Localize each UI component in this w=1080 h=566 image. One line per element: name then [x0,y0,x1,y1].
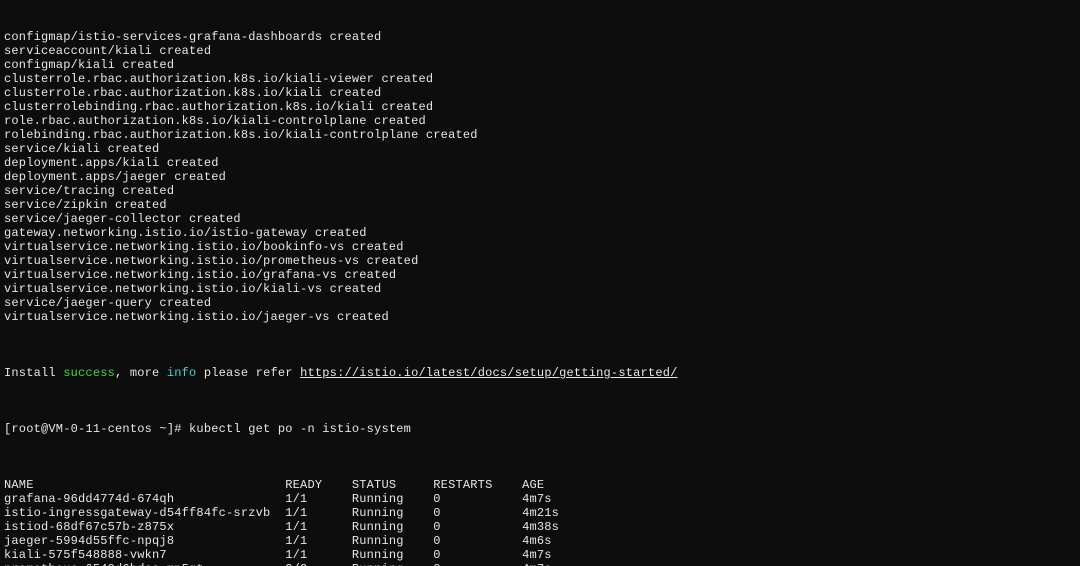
prompt-line-1: [root@VM-0-11-centos ~]# kubectl get po … [4,422,1076,436]
created-line: service/zipkin created [4,198,1076,212]
created-line: virtualservice.networking.istio.io/kiali… [4,282,1076,296]
shell-prompt: [root@VM-0-11-centos ~]# [4,422,189,436]
pods-row: grafana-96dd4774d-674qh 1/1 Running 0 4m… [4,492,1076,506]
created-line: clusterrole.rbac.authorization.k8s.io/ki… [4,72,1076,86]
info-word: info [167,366,197,380]
install-success-line: Install success, more info please refer … [4,366,1076,380]
pods-row: istio-ingressgateway-d54ff84fc-srzvb 1/1… [4,506,1076,520]
created-line: configmap/kiali created [4,58,1076,72]
terminal[interactable]: configmap/istio-services-grafana-dashboa… [0,0,1080,566]
pods-row: kiali-575f548888-vwkn7 1/1 Running 0 4m7… [4,548,1076,562]
created-line: serviceaccount/kiali created [4,44,1076,58]
created-line: clusterrolebinding.rbac.authorization.k8… [4,100,1076,114]
creation-output: configmap/istio-services-grafana-dashboa… [4,30,1076,324]
command-1: kubectl get po -n istio-system [189,422,411,436]
created-line: service/jaeger-query created [4,296,1076,310]
created-line: service/kiali created [4,142,1076,156]
created-line: deployment.apps/kiali created [4,156,1076,170]
created-line: deployment.apps/jaeger created [4,170,1076,184]
created-line: clusterrole.rbac.authorization.k8s.io/ki… [4,86,1076,100]
pods-row: istiod-68df67c57b-z875x 1/1 Running 0 4m… [4,520,1076,534]
success-word: success [63,366,115,380]
created-line: virtualservice.networking.istio.io/grafa… [4,268,1076,282]
created-line: gateway.networking.istio.io/istio-gatewa… [4,226,1076,240]
created-line: virtualservice.networking.istio.io/prome… [4,254,1076,268]
created-line: virtualservice.networking.istio.io/booki… [4,240,1076,254]
created-line: service/jaeger-collector created [4,212,1076,226]
pods-table: NAME READY STATUS RESTARTS AGEgrafana-96… [4,478,1076,566]
created-line: rolebinding.rbac.authorization.k8s.io/ki… [4,128,1076,142]
docs-link[interactable]: https://istio.io/latest/docs/setup/getti… [300,366,677,380]
created-line: virtualservice.networking.istio.io/jaege… [4,310,1076,324]
created-line: configmap/istio-services-grafana-dashboa… [4,30,1076,44]
pods-row: prometheus-6549d6bdcc-mp5qt 2/2 Running … [4,562,1076,566]
created-line: role.rbac.authorization.k8s.io/kiali-con… [4,114,1076,128]
created-line: service/tracing created [4,184,1076,198]
pods-header: NAME READY STATUS RESTARTS AGE [4,478,1076,492]
pods-row: jaeger-5994d55ffc-npqj8 1/1 Running 0 4m… [4,534,1076,548]
